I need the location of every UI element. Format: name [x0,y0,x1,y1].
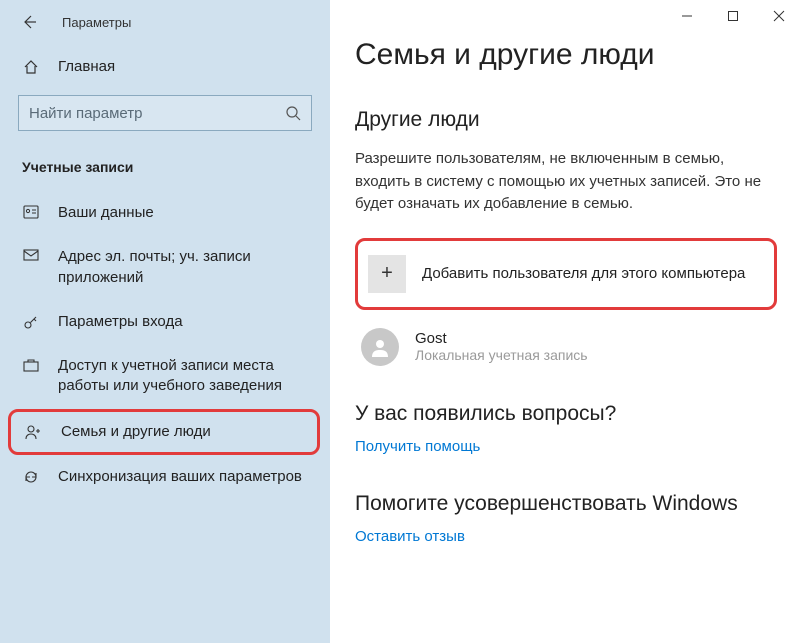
mail-icon [22,249,40,261]
user-name: Gost [415,330,588,347]
sidebar-item-label: Семья и другие люди [61,422,307,442]
sidebar-item-your-info[interactable]: Ваши данные [0,191,330,235]
home-button[interactable]: Главная [0,44,330,89]
user-type: Локальная учетная запись [415,347,588,363]
sync-icon [22,469,40,485]
user-row[interactable]: Gost Локальная учетная запись [355,328,777,366]
maximize-button[interactable] [710,0,756,32]
sidebar-item-label: Параметры входа [58,312,312,332]
section-other-people-heading: Другие люди [355,108,777,132]
get-help-link[interactable]: Получить помощь [355,438,480,455]
section-other-people-desc: Разрешите пользователям, не включенным в… [355,148,777,216]
close-button[interactable] [756,0,802,32]
sidebar-item-label: Доступ к учетной записи места работы или… [58,356,312,397]
home-icon [22,59,40,75]
sidebar-category: Учетные записи [0,149,330,191]
sidebar-item-signin[interactable]: Параметры входа [0,300,330,344]
avatar-icon [361,328,399,366]
search-icon [285,105,301,121]
section-questions-heading: У вас появились вопросы? [355,402,777,426]
sidebar-item-sync[interactable]: Синхронизация ваших параметров [0,455,330,499]
sidebar-item-label: Ваши данные [58,203,312,223]
sidebar-item-label: Адрес эл. почты; уч. записи приложений [58,247,312,288]
key-icon [22,314,40,330]
briefcase-icon [22,358,40,372]
sidebar-item-label: Синхронизация ваших параметров [58,467,312,487]
id-card-icon [22,205,40,219]
sidebar-item-family[interactable]: Семья и другие люди [8,409,320,455]
search-input[interactable] [18,95,312,131]
feedback-link[interactable]: Оставить отзыв [355,528,465,545]
section-feedback-heading: Помогите усовершенствовать Windows [355,492,777,516]
add-user-label: Добавить пользователя для этого компьюте… [422,265,745,282]
add-user-button[interactable]: + Добавить пользователя для этого компью… [362,247,764,301]
back-button[interactable] [18,11,40,33]
home-label: Главная [58,58,115,75]
minimize-button[interactable] [664,0,710,32]
plus-icon: + [368,255,406,293]
people-icon [25,424,43,440]
search-field[interactable] [29,105,285,122]
sidebar-item-email[interactable]: Адрес эл. почты; уч. записи приложений [0,235,330,300]
window-title: Параметры [62,15,131,30]
sidebar-item-work-access[interactable]: Доступ к учетной записи места работы или… [0,344,330,409]
